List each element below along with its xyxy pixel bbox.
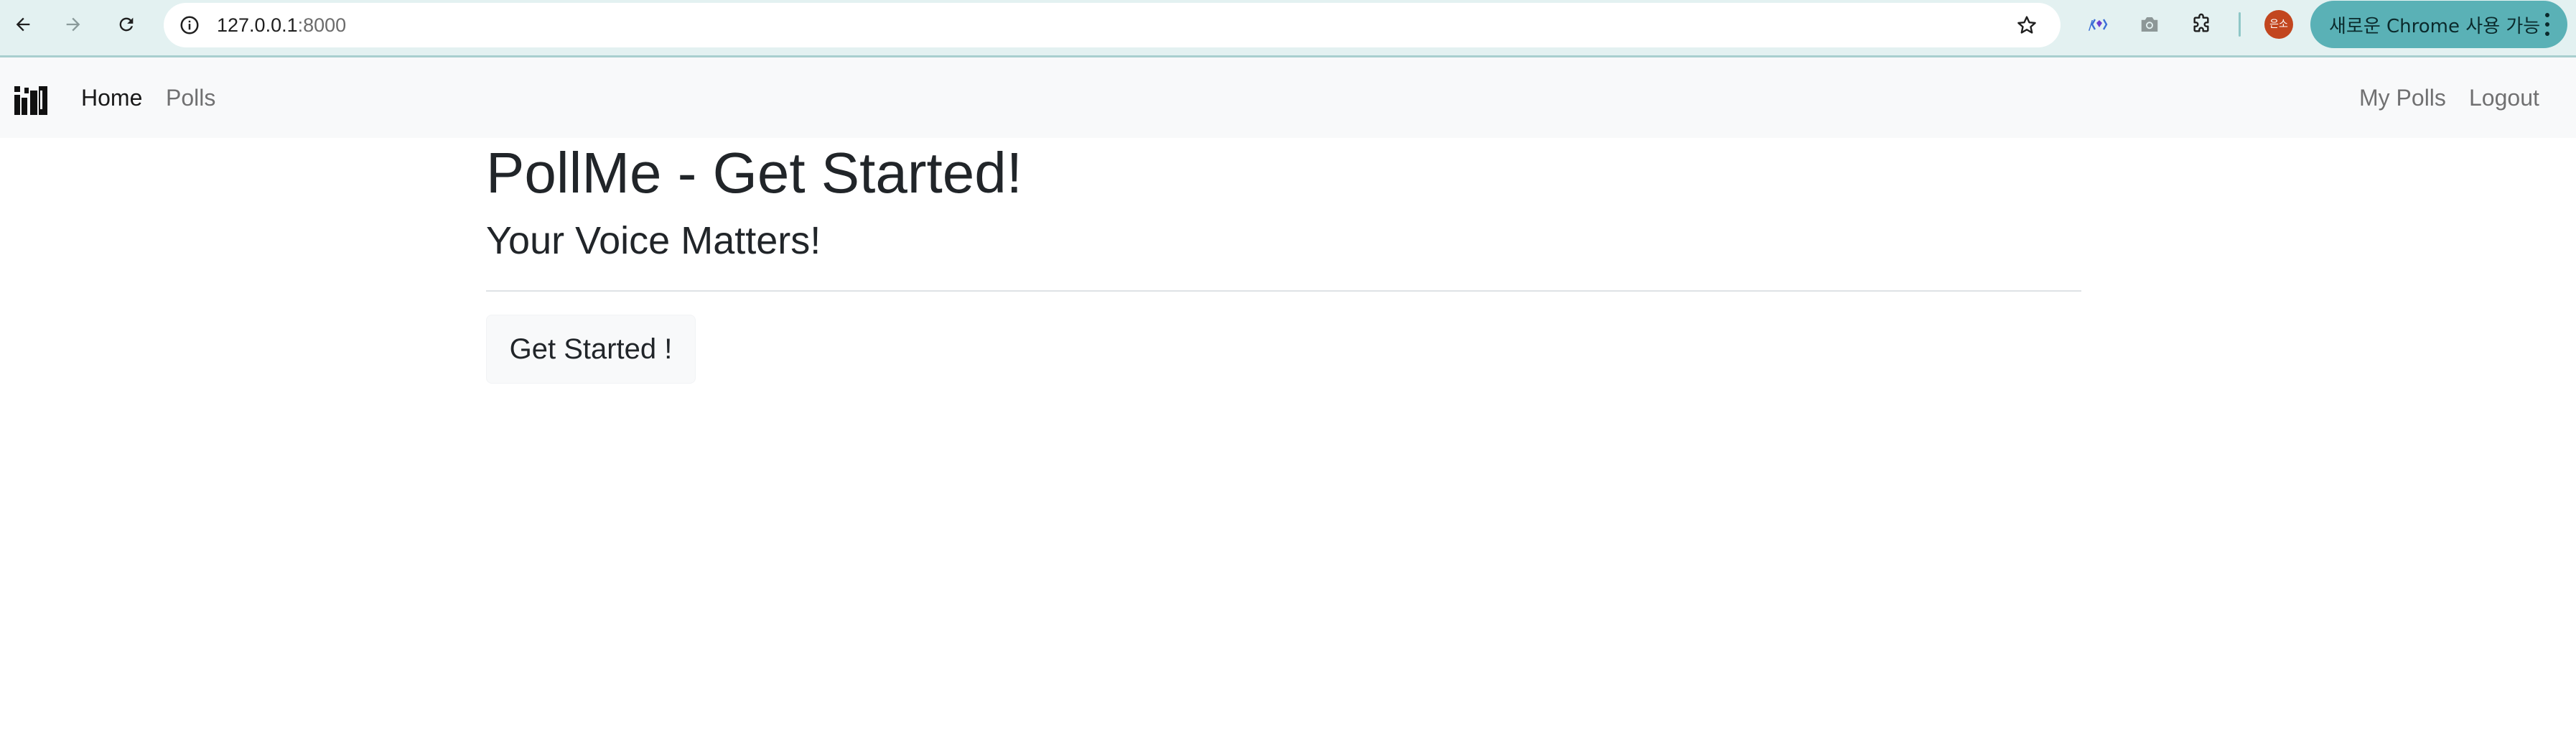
url-port: :8000 (297, 14, 347, 36)
reload-icon[interactable] (112, 10, 141, 39)
browser-toolbar: 127.0.0.1:8000 / 은소 새로운 Chrome 사용 가능 (0, 0, 2576, 57)
nav-link-polls[interactable]: Polls (166, 57, 215, 138)
star-icon[interactable] (2013, 11, 2040, 39)
site-navbar: Home Polls My Polls Logout (0, 57, 2576, 138)
address-bar[interactable]: 127.0.0.1:8000 (164, 3, 2061, 47)
arrow-left-icon[interactable] (9, 10, 37, 39)
nav-link-logout[interactable]: Logout (2469, 57, 2539, 138)
url-host: 127.0.0.1 (217, 14, 298, 36)
page-title: PollMe - Get Started! (486, 141, 1022, 205)
toolbar-separator (2239, 12, 2241, 37)
page-subtitle: Your Voice Matters! (486, 219, 821, 262)
code-extension-icon[interactable]: / (2085, 10, 2114, 39)
nav-link-home[interactable]: Home (81, 57, 142, 138)
divider (486, 290, 2081, 292)
get-started-button[interactable]: Get Started ! (486, 315, 696, 384)
puzzle-icon[interactable] (2187, 10, 2216, 39)
kebab-menu-icon[interactable] (2543, 13, 2552, 36)
info-icon[interactable] (175, 11, 204, 40)
nav-link-my-polls[interactable]: My Polls (2359, 57, 2446, 138)
camera-icon[interactable] (2135, 10, 2164, 39)
chrome-update-button[interactable]: 새로운 Chrome 사용 가능 (2310, 1, 2567, 48)
url-text[interactable]: 127.0.0.1:8000 (217, 3, 346, 47)
arrow-right-icon[interactable] (59, 10, 88, 39)
poll-logo-icon[interactable] (14, 86, 47, 115)
update-label: 새로운 Chrome 사용 가능 (2329, 15, 2541, 37)
profile-avatar[interactable]: 은소 (2264, 10, 2293, 39)
